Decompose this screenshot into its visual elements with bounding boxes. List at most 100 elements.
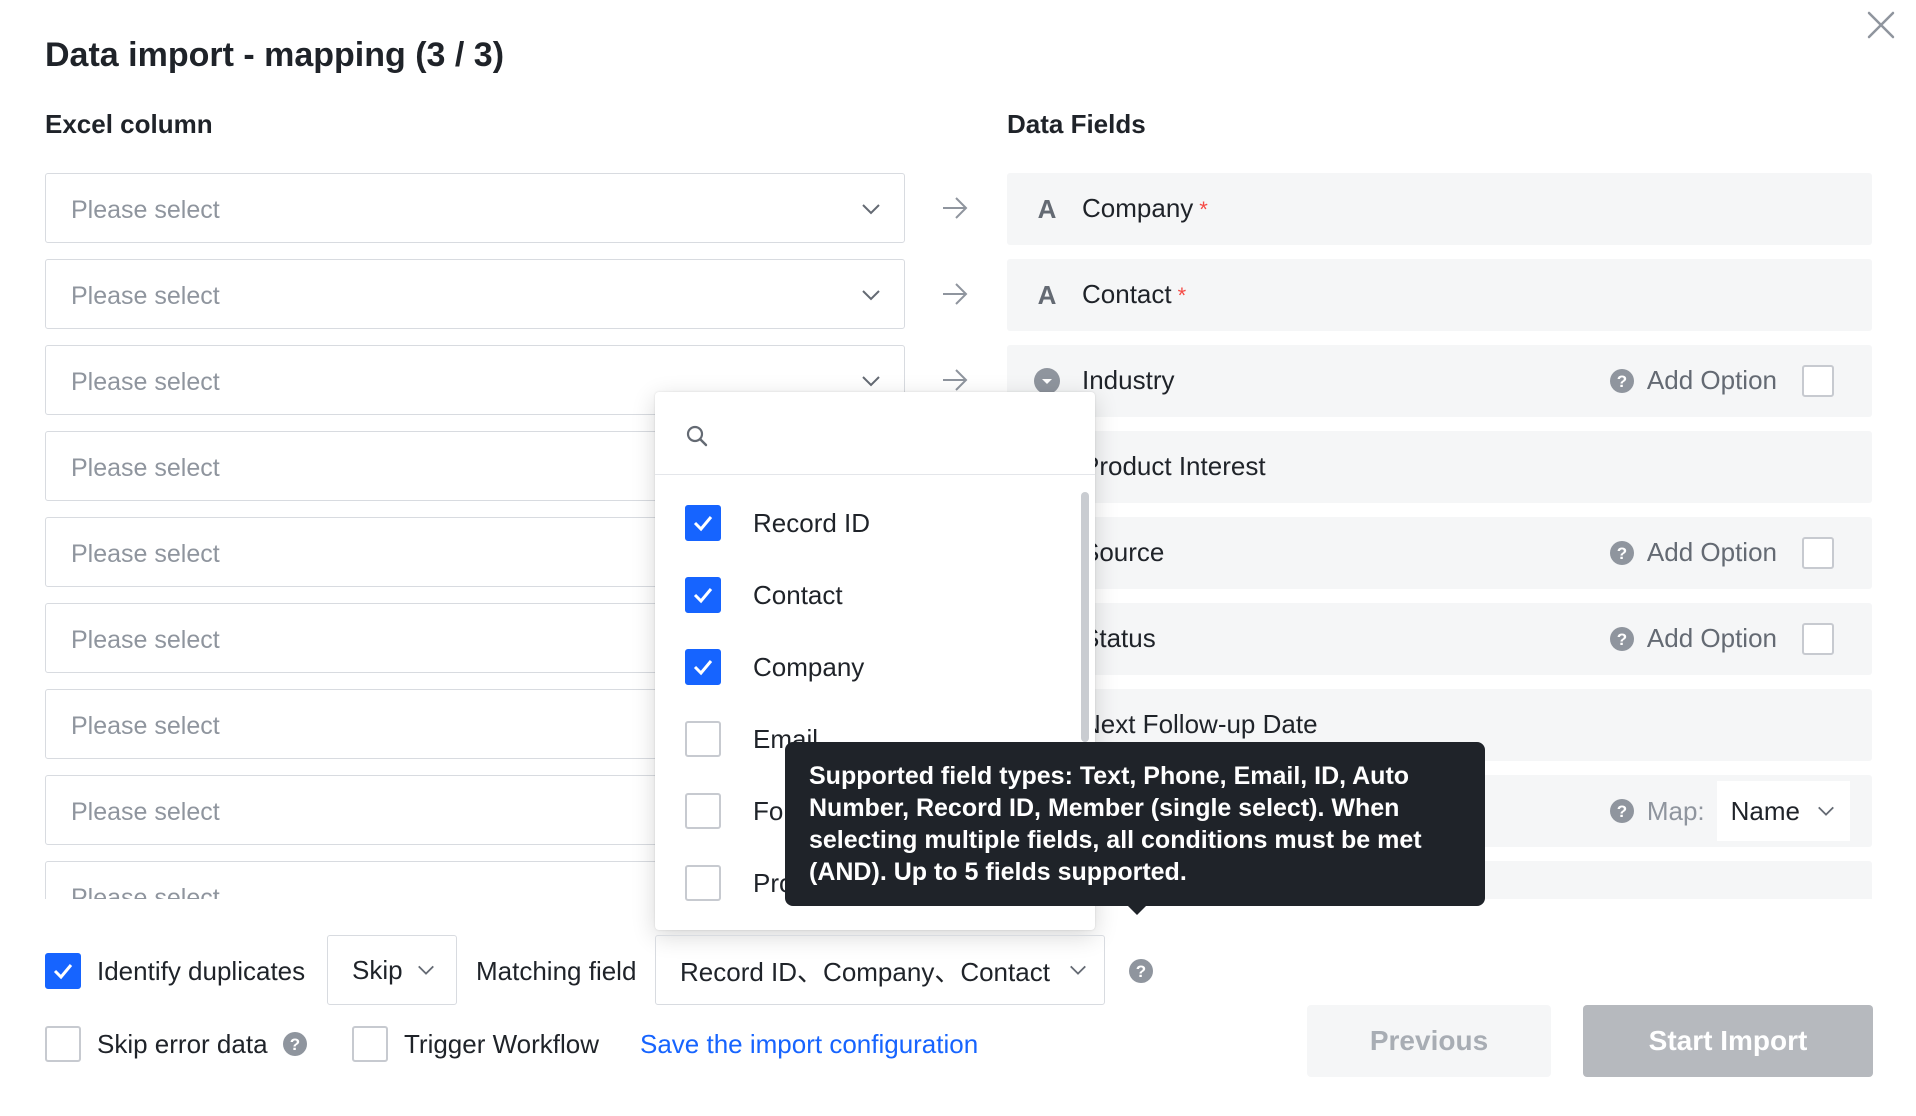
help-icon[interactable]: ?	[282, 1031, 308, 1057]
add-option-label: Add Option	[1646, 623, 1777, 653]
data-field-industry: Industry ? Add Option	[1007, 345, 1872, 417]
svg-text:?: ?	[290, 1035, 300, 1054]
map-value: Name	[1730, 795, 1800, 826]
checkbox-checked[interactable]	[685, 505, 721, 541]
select-placeholder: Please select	[71, 712, 220, 740]
skip-error-data-label: Skip error data	[97, 1029, 268, 1059]
trigger-workflow-checkbox[interactable]	[352, 1026, 388, 1062]
dropdown-option[interactable]: Pro	[685, 863, 793, 903]
add-option-checkbox[interactable]	[1802, 623, 1834, 655]
data-field-product-interest: Product Interest	[1007, 431, 1872, 503]
help-icon[interactable]: ?	[1609, 540, 1635, 566]
dropdown-scrollbar[interactable]	[1081, 492, 1089, 742]
arrow-right-icon	[943, 197, 968, 219]
svg-text:?: ?	[1617, 630, 1627, 649]
add-option[interactable]: ? Add Option	[1609, 537, 1777, 568]
identify-duplicates-checkbox[interactable]	[45, 953, 81, 989]
excel-column-select[interactable]: Please select	[45, 173, 905, 243]
previous-button[interactable]: Previous	[1307, 1005, 1551, 1077]
skip-error-data-checkbox[interactable]	[45, 1026, 81, 1062]
option-label: Fol	[753, 795, 790, 826]
svg-text:?: ?	[1617, 372, 1627, 391]
check-icon	[693, 516, 713, 532]
duplicate-action-value: Skip	[352, 954, 403, 985]
svg-text:?: ?	[1617, 544, 1627, 563]
svg-text:?: ?	[1617, 802, 1627, 821]
checkbox-checked[interactable]	[685, 577, 721, 613]
excel-column-select[interactable]: Please select	[45, 259, 905, 329]
arrow-right-icon	[943, 369, 968, 391]
single-select-icon	[1034, 368, 1060, 394]
data-field-status: Status ? Add Option	[1007, 603, 1872, 675]
text-icon: A	[1037, 194, 1057, 224]
option-label: Company	[753, 651, 865, 682]
matching-field-tooltip: Supported field types: Text, Phone, Emai…	[785, 742, 1485, 906]
chevron-down-icon	[862, 290, 880, 301]
chevron-down-icon	[1070, 965, 1086, 975]
mapping-row: Please select A Contact *	[45, 259, 1885, 331]
dropdown-option[interactable]: Fol	[685, 791, 789, 831]
field-label: Company *	[1082, 193, 1208, 223]
svg-text:?: ?	[1136, 962, 1146, 981]
required-mark: *	[1199, 197, 1208, 222]
check-icon	[53, 964, 73, 980]
checkbox-unchecked[interactable]	[685, 721, 721, 757]
start-import-button[interactable]: Start Import	[1583, 1005, 1873, 1077]
select-placeholder: Please select	[71, 282, 220, 310]
matching-field-label: Matching field	[476, 956, 637, 986]
data-field-source: Source ? Add Option	[1007, 517, 1872, 589]
duplicate-action-select[interactable]: Skip	[327, 935, 457, 1005]
checkbox-unchecked[interactable]	[685, 865, 721, 901]
data-field-company: A Company *	[1007, 173, 1872, 245]
search-icon	[686, 425, 708, 447]
trigger-workflow-label: Trigger Workflow	[404, 1029, 600, 1059]
data-field-contact: A Contact *	[1007, 259, 1872, 331]
tooltip-arrow	[1126, 904, 1148, 915]
add-option[interactable]: ? Add Option	[1609, 623, 1777, 654]
dialog-title: Data import - mapping (3 / 3)	[45, 36, 505, 74]
text-icon: A	[1037, 280, 1057, 310]
close-icon[interactable]	[1864, 8, 1898, 42]
data-fields-header: Data Fields	[1007, 109, 1146, 139]
add-option-label: Add Option	[1646, 365, 1777, 395]
field-label: Industry	[1082, 365, 1175, 395]
select-placeholder: Please select	[71, 884, 220, 899]
select-placeholder: Please select	[71, 454, 220, 482]
mapping-row: Please select A Company *	[45, 173, 1885, 245]
dropdown-option[interactable]: Contact	[685, 575, 843, 615]
add-option[interactable]: ? Add Option	[1609, 365, 1777, 396]
chevron-down-icon	[418, 965, 434, 975]
add-option-checkbox[interactable]	[1802, 365, 1834, 397]
dropdown-option[interactable]: Company	[685, 647, 864, 687]
add-option-checkbox[interactable]	[1802, 537, 1834, 569]
dropdown-search[interactable]	[655, 392, 1095, 475]
field-label: Contact *	[1082, 279, 1187, 309]
chevron-down-icon	[862, 376, 880, 387]
help-icon[interactable]: ?	[1609, 368, 1635, 394]
help-icon[interactable]: ?	[1609, 626, 1635, 652]
dropdown-option[interactable]: Record ID	[685, 503, 870, 543]
help-icon[interactable]: ?	[1128, 958, 1154, 984]
check-icon	[693, 588, 713, 604]
save-import-configuration-link[interactable]: Save the import configuration	[640, 1029, 978, 1060]
matching-field-select[interactable]: Record ID、Company、Contact	[655, 935, 1105, 1005]
select-placeholder: Please select	[71, 368, 220, 396]
identify-duplicates-label: Identify duplicates	[97, 956, 306, 986]
option-label: Contact	[753, 579, 843, 610]
arrow-right-icon	[943, 283, 968, 305]
dropdown-search-input[interactable]	[721, 412, 1065, 454]
help-icon[interactable]: ?	[1609, 798, 1635, 824]
excel-column-header: Excel column	[45, 109, 213, 139]
chevron-down-icon	[1818, 806, 1834, 816]
option-label: Record ID	[753, 507, 871, 538]
required-mark: *	[1177, 283, 1187, 308]
map-select[interactable]: ? Map: Name	[1609, 775, 1850, 847]
checkbox-unchecked[interactable]	[685, 793, 721, 829]
map-value-select[interactable]: Name	[1716, 781, 1850, 841]
add-option-label: Add Option	[1646, 537, 1777, 567]
select-placeholder: Please select	[71, 798, 220, 826]
checkbox-checked[interactable]	[685, 649, 721, 685]
matching-field-value: Record ID、Company、Contact	[680, 956, 1050, 987]
check-icon	[693, 660, 713, 676]
field-label: Product Interest	[1082, 451, 1266, 481]
